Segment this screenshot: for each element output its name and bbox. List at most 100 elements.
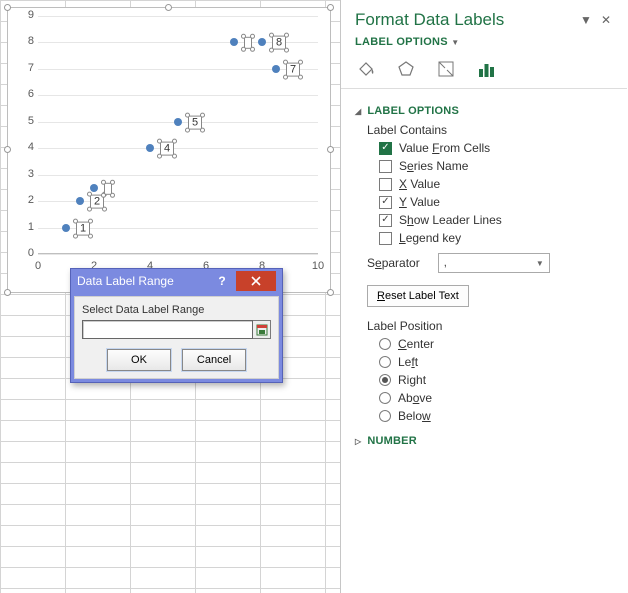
y-tick-label: 6 (16, 88, 34, 100)
resize-handle[interactable] (327, 4, 334, 11)
effects-tab[interactable] (395, 58, 417, 80)
y-tick-label: 3 (16, 168, 34, 180)
label-selection-handle[interactable] (250, 47, 255, 52)
chart-plot-area[interactable]: 01234567890246810124587 (38, 16, 318, 254)
task-pane-options-button[interactable]: ▼ (579, 13, 593, 27)
close-pane-button[interactable]: ✕ (599, 13, 613, 27)
resize-handle[interactable] (165, 4, 172, 11)
label-position-heading: Label Position (367, 319, 613, 333)
bar-chart-icon (476, 59, 496, 79)
label-selection-handle[interactable] (185, 127, 190, 132)
data-label[interactable]: 4 (160, 142, 174, 156)
cancel-button[interactable]: Cancel (182, 349, 246, 371)
checkbox-x-value[interactable]: X Value (379, 177, 613, 191)
label-selection-handle[interactable] (101, 180, 106, 185)
radio-below[interactable]: Below (379, 409, 613, 423)
label-selection-handle[interactable] (110, 193, 115, 198)
label-selection-handle[interactable] (172, 154, 177, 159)
dialog-titlebar[interactable]: Data Label Range ? (71, 269, 282, 293)
range-picker-button[interactable] (253, 320, 271, 339)
resize-handle[interactable] (327, 289, 334, 296)
label-selection-handle[interactable] (200, 127, 205, 132)
data-label-range-dialog[interactable]: Data Label Range ? Select Data Label Ran… (70, 268, 283, 383)
resize-handle[interactable] (327, 146, 334, 153)
checkbox-value-from-cells[interactable]: Value From Cells (379, 141, 613, 155)
label-selection-handle[interactable] (73, 218, 78, 223)
data-label[interactable]: 1 (76, 221, 90, 235)
radio-left[interactable]: Left (379, 355, 613, 369)
data-point[interactable] (272, 65, 280, 73)
label-selection-handle[interactable] (250, 34, 255, 39)
collapse-icon: ◢ (355, 107, 361, 116)
checkbox-show-leader-lines[interactable]: Show Leader Lines (379, 213, 613, 227)
label-selection-handle[interactable] (87, 207, 92, 212)
checkbox-legend-key[interactable]: Legend key (379, 231, 613, 245)
radio-right[interactable]: Right (379, 373, 613, 387)
checkbox-icon (379, 196, 392, 209)
label-selection-handle[interactable] (172, 139, 177, 144)
label-selection-handle[interactable] (87, 192, 92, 197)
checkbox-y-value[interactable]: Y Value (379, 195, 613, 209)
data-point[interactable] (62, 224, 70, 232)
label-selection-handle[interactable] (283, 59, 288, 64)
data-point[interactable] (90, 184, 98, 192)
data-point[interactable] (230, 38, 238, 46)
label-selection-handle[interactable] (269, 48, 274, 53)
label-selection-handle[interactable] (185, 112, 190, 117)
label-selection-handle[interactable] (102, 207, 107, 212)
label-selection-handle[interactable] (88, 218, 93, 223)
label-selection-handle[interactable] (73, 233, 78, 238)
ok-button[interactable]: OK (107, 349, 171, 371)
label-selection-handle[interactable] (157, 139, 162, 144)
data-label[interactable] (244, 37, 252, 49)
resize-handle[interactable] (4, 4, 11, 11)
checkbox-icon (379, 178, 392, 191)
size-properties-tab[interactable] (435, 58, 457, 80)
resize-handle[interactable] (4, 289, 11, 296)
label-options-tab[interactable] (475, 58, 497, 80)
data-label[interactable]: 7 (286, 62, 300, 76)
label-selection-handle[interactable] (284, 48, 289, 53)
checkbox-series-name[interactable]: Series Name (379, 159, 613, 173)
label-selection-handle[interactable] (200, 112, 205, 117)
dialog-body: Select Data Label Range OK Cancel (74, 296, 279, 379)
label-selection-handle[interactable] (283, 74, 288, 79)
separator-dropdown[interactable]: , ▼ (438, 253, 550, 273)
label-contains-heading: Label Contains (367, 123, 613, 137)
radio-center[interactable]: Center (379, 337, 613, 351)
resize-handle[interactable] (4, 146, 11, 153)
data-point[interactable] (174, 118, 182, 126)
data-label[interactable] (104, 183, 112, 195)
radio-above[interactable]: Above (379, 391, 613, 405)
pane-title: Format Data Labels (355, 10, 573, 30)
pane-subtitle[interactable]: LABEL OPTIONS ▼ (341, 34, 627, 56)
data-point[interactable] (146, 144, 154, 152)
data-label[interactable]: 5 (188, 115, 202, 129)
label-selection-handle[interactable] (241, 47, 246, 52)
range-input[interactable] (82, 320, 253, 339)
label-selection-handle[interactable] (269, 33, 274, 38)
data-point[interactable] (258, 38, 266, 46)
label-selection-handle[interactable] (298, 74, 303, 79)
fill-and-line-tab[interactable] (355, 58, 377, 80)
label-selection-handle[interactable] (241, 34, 246, 39)
label-selection-handle[interactable] (298, 59, 303, 64)
chart-object[interactable]: 01234567890246810124587 (7, 7, 331, 293)
data-point[interactable] (76, 197, 84, 205)
label-selection-handle[interactable] (88, 233, 93, 238)
label-selection-handle[interactable] (110, 180, 115, 185)
label-selection-handle[interactable] (284, 33, 289, 38)
data-label[interactable]: 8 (272, 36, 286, 50)
y-tick-label: 1 (16, 221, 34, 233)
label-selection-handle[interactable] (157, 154, 162, 159)
radio-icon (379, 356, 391, 368)
reset-label-text-button[interactable]: Reset Label Text (367, 285, 469, 307)
section-label-options[interactable]: ◢ LABEL OPTIONS (355, 105, 613, 117)
radio-icon (379, 374, 391, 386)
label-selection-handle[interactable] (101, 193, 106, 198)
dialog-title: Data Label Range (77, 274, 210, 288)
section-number[interactable]: ▷ NUMBER (355, 435, 613, 447)
y-tick-label: 5 (16, 115, 34, 127)
close-button[interactable] (236, 271, 276, 291)
help-button[interactable]: ? (210, 271, 234, 291)
